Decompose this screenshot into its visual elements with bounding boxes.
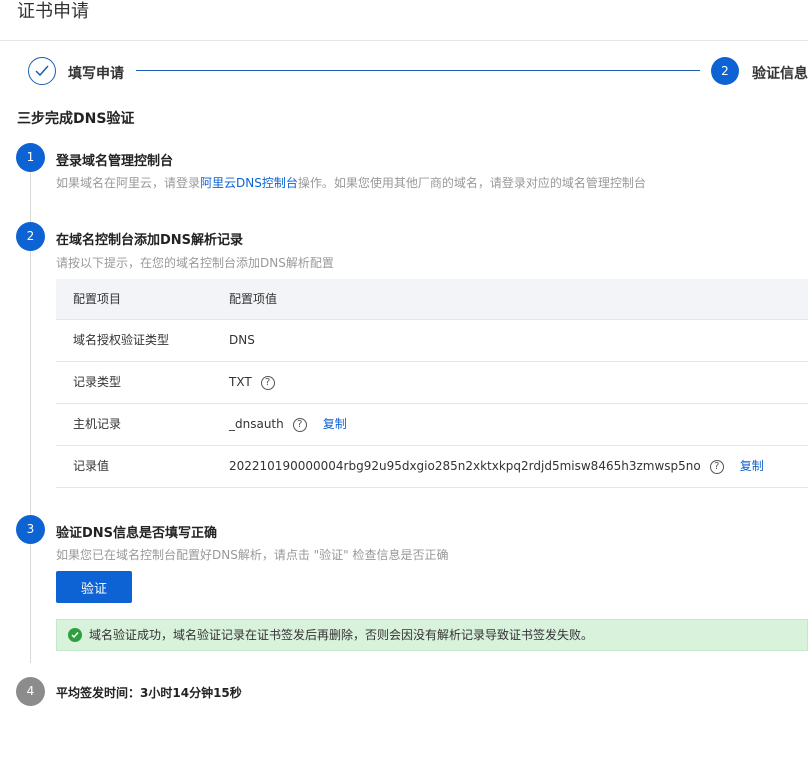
column-header-value: 配置项值 [229,292,278,306]
verification-type-value: DNS [229,333,255,347]
step1-desc-after: 操作。如果您使用其他厂商的域名，请登录对应的域名管理控制台 [297,176,646,190]
row-item-value: _dnsauth? 复制 [229,404,347,445]
step1-done-indicator [28,57,56,85]
average-issue-time-label: 平均签发时间： [56,686,141,700]
timeline-connector [30,543,31,663]
step1-desc-before: 如果域名在阿里云，请登录 [56,176,201,190]
step1-label: 填写申请 [68,66,124,82]
host-record-value: _dnsauth [229,417,284,431]
row-item-value: 202210190000004rbg92u95dxgio285n2xktxkpq… [229,446,764,487]
step2-label: 验证信息 [752,66,808,82]
timeline-connector [30,250,31,514]
copy-host-record-button[interactable]: 复制 [323,404,347,445]
table-row: 记录类型 TXT? [56,362,808,404]
step-number-4: 4 [16,677,45,706]
table-header-row: 配置项目 配置项值 [56,279,808,320]
copy-record-value-button[interactable]: 复制 [740,446,764,487]
alibaba-dns-console-link[interactable]: 阿里云DNS控制台 [200,176,298,190]
checkmark-icon [35,65,49,77]
step-number-3: 3 [16,515,45,544]
row-item-label: 域名授权验证类型 [73,333,170,347]
step-number-2: 2 [16,222,45,251]
step3-description: 如果您已在域名控制台配置好DNS解析，请点击 "验证" 检查信息是否正确 [56,548,449,562]
timeline-connector [30,172,31,224]
row-item-label: 记录类型 [73,375,122,389]
step1-description: 如果域名在阿里云，请登录阿里云DNS控制台操作。如果您使用其他厂商的域名，请登录… [56,174,646,191]
record-value-text: 202210190000004rbg92u95dxgio285n2xktxkpq… [229,459,701,473]
dns-config-table: 配置项目 配置项值 域名授权验证类型 DNS 记录类型 TXT? 主机记录 _d… [56,279,808,488]
help-icon[interactable]: ? [292,417,307,432]
step-number-1: 1 [16,143,45,172]
header-divider [0,40,808,41]
step3-title: 验证DNS信息是否填写正确 [56,526,218,541]
record-type-value: TXT [229,375,252,389]
step2-active-indicator: 2 [711,57,739,85]
certificate-application-page: 证书申请 填写申请 2 验证信息 三步完成DNS验证 1 登录域名管理控制台 如… [0,0,808,773]
check-circle-icon [68,628,82,642]
table-row: 域名授权验证类型 DNS [56,320,808,362]
column-header-item: 配置项目 [73,292,122,306]
step1-title: 登录域名管理控制台 [56,154,174,169]
row-item-label: 记录值 [73,459,110,473]
success-message: 域名验证成功，域名验证记录在证书签发后再删除，否则会因没有解析记录导致证书签发失… [89,628,594,642]
row-item-value: DNS [229,320,255,361]
success-alert: 域名验证成功，域名验证记录在证书签发后再删除，否则会因没有解析记录导致证书签发失… [56,619,808,651]
help-icon[interactable]: ? [709,459,724,474]
step2-title: 在域名控制台添加DNS解析记录 [56,233,244,248]
table-row: 记录值 202210190000004rbg92u95dxgio285n2xkt… [56,446,808,488]
table-row: 主机记录 _dnsauth? 复制 [56,404,808,446]
average-issue-time-value: 3小时14分钟15秒 [140,686,242,700]
progress-stepper: 填写申请 2 验证信息 [0,56,808,86]
average-issue-time: 平均签发时间：3小时14分钟15秒 [56,684,242,701]
page-title: 证书申请 [17,1,89,22]
row-item-label: 主机记录 [73,417,122,431]
stepper-connector [136,70,700,71]
section-title: 三步完成DNS验证 [17,111,135,127]
row-item-value: TXT? [229,362,275,403]
help-icon[interactable]: ? [260,375,275,390]
verify-button[interactable]: 验证 [56,571,132,603]
step2-description: 请按以下提示，在您的域名控制台添加DNS解析配置 [56,256,334,270]
